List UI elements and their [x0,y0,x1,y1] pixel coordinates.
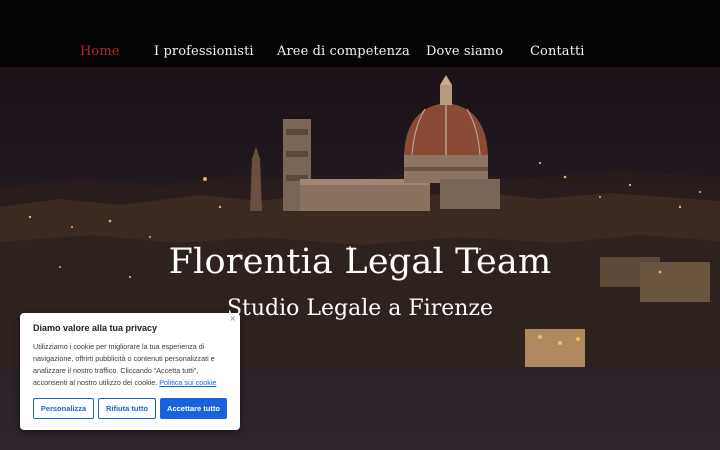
hero-title: Florentia Legal Team [168,242,552,282]
cookie-banner-text: Utilizziamo i cookie per migliorare la t… [33,341,233,389]
close-icon[interactable]: × [229,314,236,324]
cookie-consent-banner: × Diamo valore alla tua privacy Utilizzi… [20,313,240,430]
cookie-banner-title: Diamo valore alla tua privacy [33,323,158,333]
nav-dove-siamo[interactable]: Dove siamo [426,44,503,59]
nav-aree-competenza[interactable]: Aree di competenza [277,44,410,59]
nav-home[interactable]: Home [80,44,120,59]
customize-button[interactable]: Personalizza [33,398,94,419]
nav-professionisti[interactable]: I professionisti [154,44,254,59]
cookie-policy-link[interactable]: Politica sui cookie [159,378,216,387]
nav-contatti[interactable]: Contatti [530,44,585,59]
main-nav: Home I professionisti Aree di competenza… [0,44,720,64]
accept-all-button[interactable]: Accettare tutto [160,398,227,419]
top-navigation-bar: Home I professionisti Aree di competenza… [0,0,720,67]
reject-all-button[interactable]: Rifiuta tutto [98,398,156,419]
